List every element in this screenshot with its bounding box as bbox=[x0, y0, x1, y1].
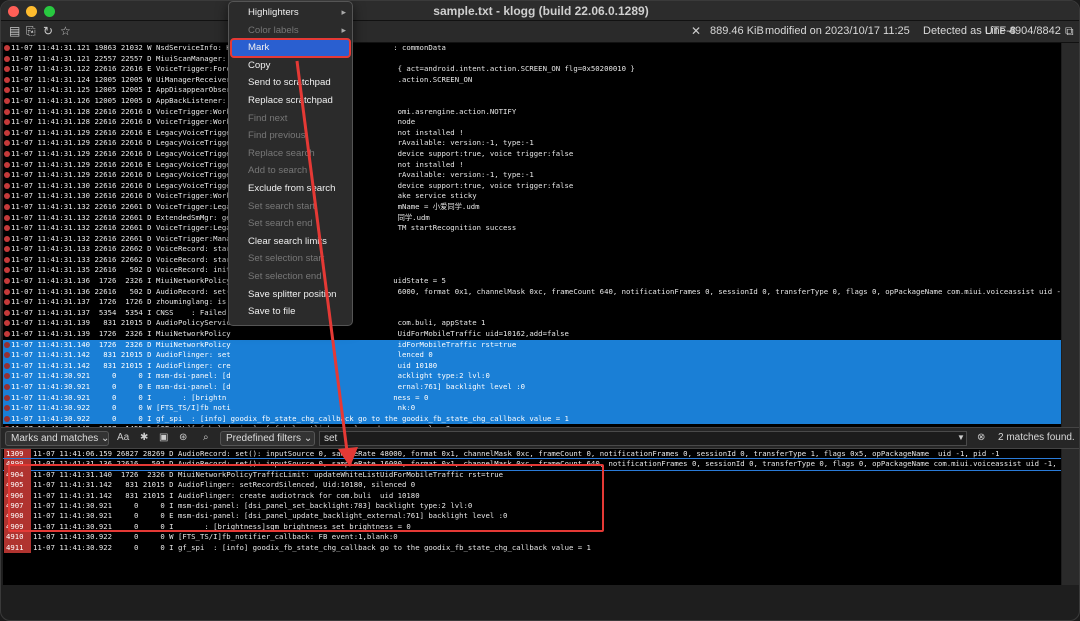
klogg-window: sample.txt - klogg (build 22.06.0.1289) … bbox=[0, 0, 1080, 621]
annotation-arrow bbox=[295, 60, 358, 467]
